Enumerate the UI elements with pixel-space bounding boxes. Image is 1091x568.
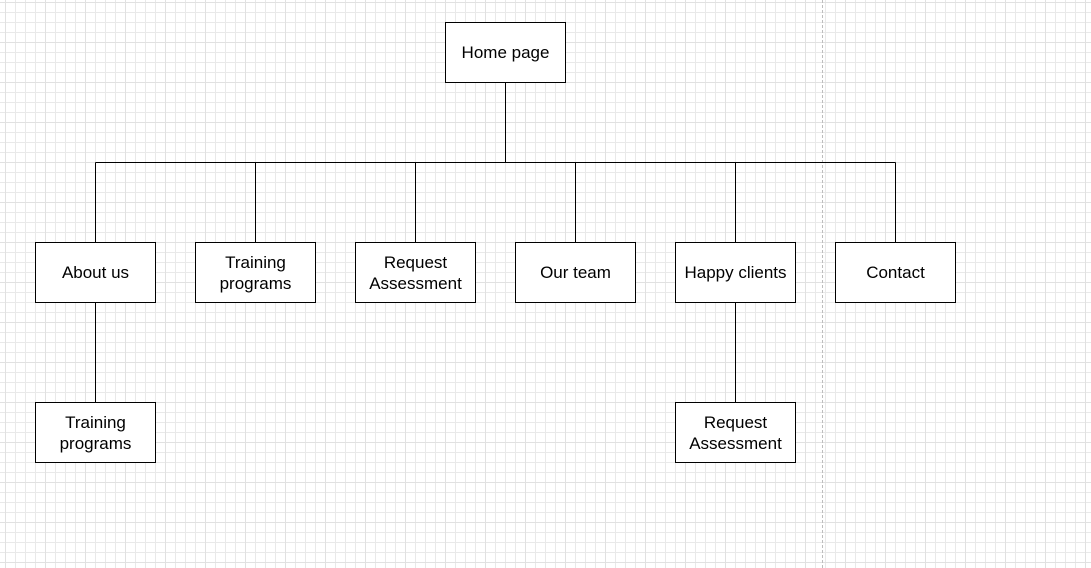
node-about-training-programs[interactable]: Training programs [35,402,156,463]
node-happy-clients[interactable]: Happy clients [675,242,796,303]
node-label: Contact [866,263,925,282]
node-label: About us [61,263,130,282]
node-label: Our team [540,263,611,282]
node-clients-request-assessment[interactable]: Request Assessment [675,402,796,463]
node-training-programs[interactable]: Training programs [195,242,316,303]
diagram-canvas[interactable]: Home page About us Training programs Req… [0,0,1091,568]
node-request-assessment[interactable]: Request Assessment [355,242,476,303]
node-label: Home page [461,43,550,62]
node-label: Training programs [59,412,132,453]
node-home-page[interactable]: Home page [445,22,566,83]
node-label: Happy clients [684,263,787,282]
node-contact[interactable]: Contact [835,242,956,303]
node-about-us[interactable]: About us [35,242,156,303]
node-label: Request Assessment [369,252,462,293]
node-our-team[interactable]: Our team [515,242,636,303]
node-label: Request Assessment [689,412,782,453]
node-label: Training programs [219,252,292,293]
